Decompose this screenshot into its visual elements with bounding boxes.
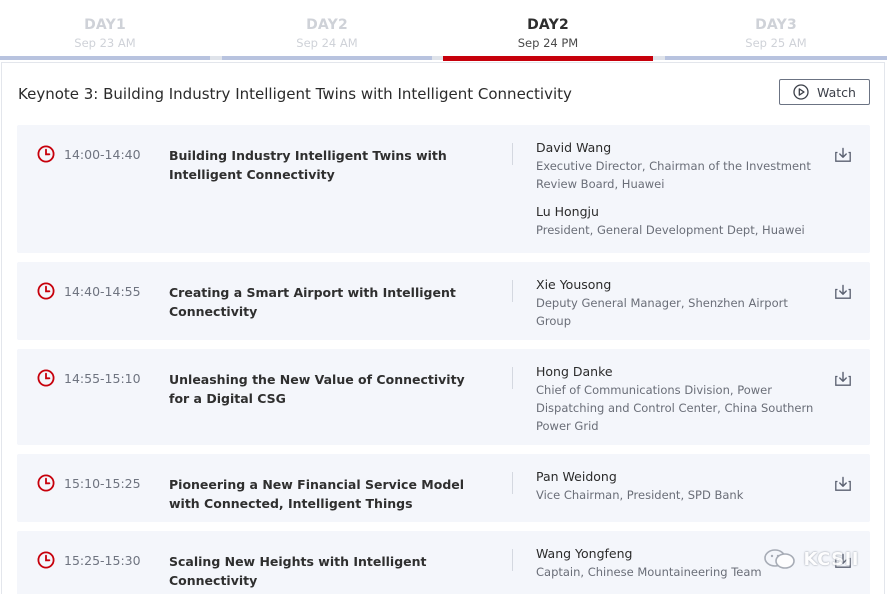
day-tabs: DAY1 Sep 23 AM DAY2 Sep 24 AM DAY2 Sep 2… (0, 0, 887, 62)
download-icon[interactable] (834, 284, 852, 300)
speaker: Xie Yousong Deputy General Manager, Shen… (536, 276, 816, 330)
session-divider (512, 280, 513, 302)
speaker-name: Pan Weidong (536, 469, 617, 484)
watch-button[interactable]: Watch (779, 79, 870, 105)
session-divider (512, 367, 513, 389)
tab-day-label: DAY3 (755, 17, 797, 33)
clock-icon (37, 474, 55, 492)
session-card: 15:10-15:25 Pioneering a New Financial S… (17, 454, 870, 522)
session-divider (512, 472, 513, 494)
play-circle-icon (793, 84, 809, 100)
clock-icon (37, 282, 55, 300)
tab-day-label: DAY2 (306, 17, 348, 33)
speaker-list: David Wang Executive Director, Chairman … (536, 139, 816, 249)
tab-day1-am[interactable]: DAY1 Sep 23 AM (0, 0, 210, 62)
session-card: 14:00-14:40 Building Industry Intelligen… (17, 125, 870, 253)
speaker-role: President, General Development Dept, Hua… (536, 223, 805, 237)
session-time: 14:40-14:55 (64, 284, 141, 299)
clock-icon (37, 145, 55, 163)
clock-icon (37, 369, 55, 387)
session-time: 15:10-15:25 (64, 476, 141, 491)
session-title: Building Industry Intelligent Twins with… (169, 148, 447, 182)
tab-indicator (665, 56, 887, 60)
speaker-role: Deputy General Manager, Shenzhen Airport… (536, 296, 788, 328)
session-time: 14:00-14:40 (64, 147, 141, 162)
speaker-name: Xie Yousong (536, 277, 612, 292)
download-icon[interactable] (834, 371, 852, 387)
tab-date-label: Sep 24 AM (296, 36, 358, 50)
speaker-list: Pan Weidong Vice Chairman, President, SP… (536, 468, 816, 514)
session-divider (512, 143, 513, 165)
speaker-role: Executive Director, Chairman of the Inve… (536, 159, 811, 191)
session-title: Unleashing the New Value of Connectivity… (169, 372, 465, 406)
agenda-page: DAY1 Sep 23 AM DAY2 Sep 24 AM DAY2 Sep 2… (0, 0, 887, 594)
watermark-text: KCSII (803, 548, 859, 570)
tab-day3-am[interactable]: DAY3 Sep 25 AM (665, 0, 887, 62)
tab-date-label: Sep 23 AM (74, 36, 136, 50)
keynote-panel: Keynote 3: Building Industry Intelligent… (1, 62, 885, 594)
tab-day-label: DAY2 (527, 17, 569, 33)
session-card: 14:40-14:55 Creating a Smart Airport wit… (17, 262, 870, 340)
session-title: Creating a Smart Airport with Intelligen… (169, 285, 456, 319)
session-title: Pioneering a New Financial Service Model… (169, 477, 465, 511)
tab-day-label: DAY1 (84, 17, 126, 33)
tab-date-label: Sep 24 PM (517, 36, 579, 50)
speaker-list: Hong Danke Chief of Communications Divis… (536, 363, 816, 445)
session-time: 15:25-15:30 (64, 553, 141, 568)
tab-indicator (0, 56, 210, 60)
tab-active-indicator (443, 56, 653, 61)
speaker-role: Vice Chairman, President, SPD Bank (536, 488, 744, 502)
clock-icon (37, 551, 55, 569)
speaker-name: Lu Hongju (536, 204, 599, 219)
watermark: KCSII (763, 548, 859, 570)
session-divider (512, 549, 513, 571)
speaker: David Wang Executive Director, Chairman … (536, 139, 816, 193)
keynote-title: Keynote 3: Building Industry Intelligent… (18, 85, 572, 103)
speaker-role: Chief of Communications Division, Power … (536, 383, 814, 433)
download-icon[interactable] (834, 147, 852, 163)
speaker-name: David Wang (536, 140, 612, 155)
tab-day2-am[interactable]: DAY2 Sep 24 AM (222, 0, 432, 62)
watch-button-label: Watch (817, 84, 856, 100)
tab-indicator (222, 56, 432, 60)
speaker-name: Hong Danke (536, 364, 613, 379)
tab-separator (210, 56, 222, 60)
session-card: 15:25-15:30 Scaling New Heights with Int… (17, 531, 870, 594)
speaker: Hong Danke Chief of Communications Divis… (536, 363, 816, 435)
session-time: 14:55-15:10 (64, 371, 141, 386)
tab-separator (653, 56, 665, 60)
session-title: Scaling New Heights with Intelligent Con… (169, 554, 427, 588)
speaker-list: Xie Yousong Deputy General Manager, Shen… (536, 276, 816, 340)
session-card: 14:55-15:10 Unleashing the New Value of … (17, 349, 870, 445)
speaker: Lu Hongju President, General Development… (536, 203, 816, 239)
speaker: Pan Weidong Vice Chairman, President, SP… (536, 468, 816, 504)
tab-date-label: Sep 25 AM (745, 36, 807, 50)
wechat-icon (764, 549, 796, 569)
download-icon[interactable] (834, 476, 852, 492)
tab-day2-pm[interactable]: DAY2 Sep 24 PM (443, 0, 653, 62)
